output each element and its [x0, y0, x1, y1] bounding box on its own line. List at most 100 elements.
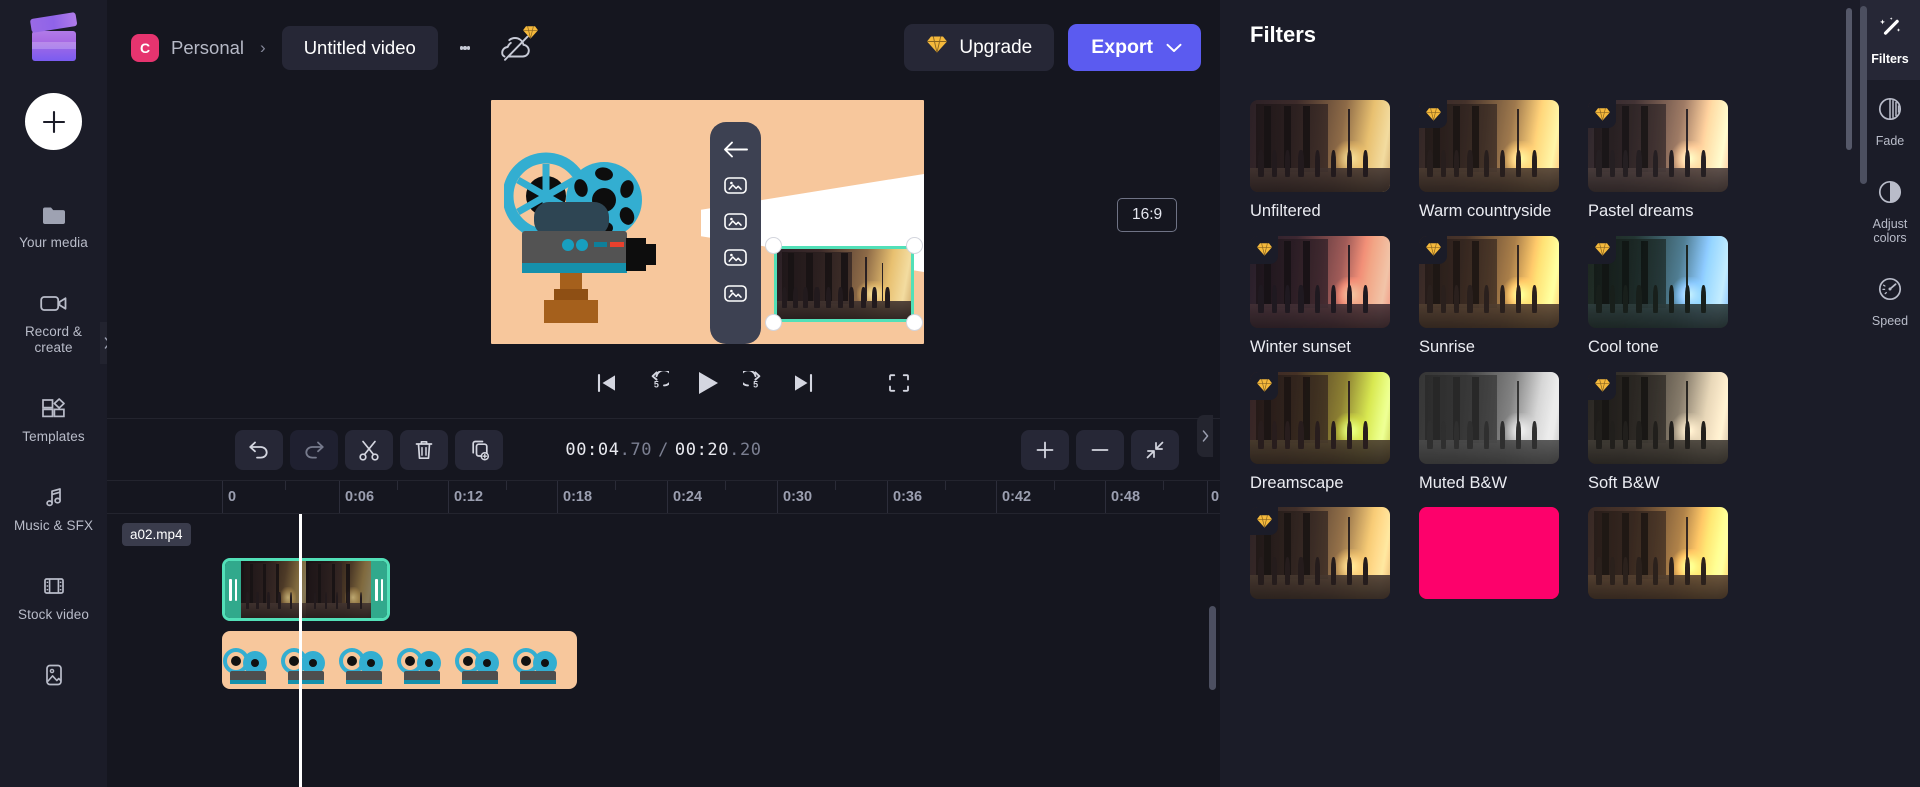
- aspect-ratio-badge[interactable]: 16:9: [1117, 198, 1178, 232]
- sidebar-item-record-create[interactable]: Record & create: [0, 277, 107, 369]
- filter-label: Winter sunset: [1250, 337, 1351, 356]
- sidebar-label: Record & create: [24, 323, 83, 355]
- fit-to-screen-button[interactable]: [1131, 430, 1179, 470]
- folder-icon: [41, 201, 67, 228]
- timeline-clip-video[interactable]: [222, 558, 390, 621]
- filter-thumbnail: [1419, 371, 1559, 464]
- skip-to-end-button[interactable]: [791, 372, 815, 399]
- filter-thumbnail: [1419, 100, 1559, 192]
- ruler-label: 0:12: [454, 489, 484, 505]
- premium-gem-icon: [926, 35, 948, 60]
- image-tool-1-icon[interactable]: [721, 173, 751, 197]
- resize-handle-top-left[interactable]: [765, 237, 782, 254]
- current-time: 00:04: [565, 440, 620, 460]
- clip-thumb: [241, 561, 306, 618]
- panel-title: Filters: [1250, 22, 1317, 47]
- ruler-label: 0:18: [563, 489, 593, 505]
- premium-gem-icon: [522, 25, 539, 45]
- clipchamp-editor: Your media Record & create Templates Mus…: [0, 0, 1920, 787]
- filter-label: Pastel dreams: [1588, 202, 1694, 220]
- grip-icon: [229, 578, 237, 601]
- clip-trim-handle-right[interactable]: [371, 561, 387, 618]
- clip-thumb: [396, 631, 454, 689]
- filter-card[interactable]: Dreamscape: [1250, 371, 1390, 494]
- filter-card[interactable]: Cool tone: [1588, 235, 1728, 358]
- image-tool-4-icon[interactable]: [721, 281, 751, 305]
- right-panel-expand-handle[interactable]: [1197, 415, 1213, 457]
- film-strip-icon: [41, 573, 67, 600]
- video-canvas[interactable]: [491, 100, 924, 344]
- image-tool-2-icon[interactable]: [721, 209, 751, 233]
- filter-card[interactable]: Pastel dreams: [1588, 100, 1728, 222]
- timecode-separator: /: [658, 440, 669, 460]
- image-tool-3-icon[interactable]: [721, 245, 751, 269]
- sidebar-item-your-media[interactable]: Your media: [0, 188, 107, 264]
- sidebar-item-music-sfx[interactable]: Music & SFX: [0, 471, 107, 547]
- fullscreen-button[interactable]: [888, 373, 910, 398]
- export-button[interactable]: Export: [1068, 24, 1201, 71]
- playback-controls: 5 5: [491, 366, 924, 410]
- svg-text:5: 5: [654, 380, 659, 390]
- total-time: 00:20: [674, 440, 730, 460]
- timeline-clip-overlay[interactable]: [222, 631, 577, 689]
- timeline-tracks: a02.mp4: [107, 514, 1220, 787]
- add-media-button[interactable]: [25, 93, 82, 150]
- right-toolbar-scrollbar[interactable]: [1860, 6, 1867, 184]
- filter-card[interactable]: [1588, 507, 1728, 608]
- premium-gem-icon: [1250, 235, 1278, 264]
- clip-trim-handle-left[interactable]: [225, 561, 241, 618]
- filters-grid: Unfiltered Warm countryside Pastel dream…: [1250, 100, 1830, 608]
- projector-illustration: [504, 152, 656, 323]
- filter-card[interactable]: [1250, 507, 1390, 608]
- kebab-menu-icon[interactable]: [452, 34, 478, 62]
- filter-card[interactable]: Soft B&W: [1588, 371, 1728, 494]
- ruler-label: 0:48: [1111, 489, 1141, 505]
- sidebar-item-graphics[interactable]: [0, 649, 107, 702]
- sidebar-item-stock-video[interactable]: Stock video: [0, 560, 107, 636]
- zoom-in-button[interactable]: [1021, 430, 1069, 470]
- header-actions: Upgrade Export: [904, 24, 1201, 71]
- workspace-name[interactable]: Personal: [171, 37, 244, 59]
- upgrade-button[interactable]: Upgrade: [904, 24, 1055, 71]
- export-label: Export: [1091, 36, 1153, 58]
- filter-thumbnail: [1588, 371, 1728, 464]
- filters-scrollbar[interactable]: [1846, 8, 1852, 150]
- timeline-ruler[interactable]: 0 0:06 0:12 0:18 0:24 0:30 0:36 0:42 0:4…: [107, 480, 1220, 514]
- filter-card[interactable]: Winter sunset: [1250, 235, 1390, 358]
- filter-card[interactable]: Unfiltered: [1250, 100, 1390, 222]
- tab-filters[interactable]: Filters: [1860, 0, 1920, 81]
- resize-handle-bottom-right[interactable]: [906, 314, 923, 331]
- sidebar-item-templates[interactable]: Templates: [0, 382, 107, 458]
- avatar[interactable]: C: [131, 34, 159, 62]
- timeline: 00:04.70/00:20.20 0 0:06 0:12 0:18 0:24 …: [107, 418, 1220, 787]
- filter-card[interactable]: [1419, 507, 1559, 608]
- timeline-vertical-scrollbar[interactable]: [1209, 606, 1216, 690]
- tab-speed[interactable]: Speed: [1860, 260, 1920, 342]
- cloud-off-icon[interactable]: [500, 26, 538, 63]
- tab-adjust-colors[interactable]: Adjust colors: [1860, 163, 1920, 260]
- rewind-5s-button[interactable]: 5: [644, 369, 673, 400]
- ruler-label: 0:30: [783, 489, 813, 505]
- filter-thumbnail: [1588, 100, 1728, 192]
- ruler-label: 0:24: [673, 489, 703, 505]
- project-title-input[interactable]: Untitled video: [281, 26, 438, 70]
- tab-fade[interactable]: Fade: [1860, 80, 1920, 162]
- right-toolbar: Filters Fade Adjust colors Speed: [1860, 0, 1920, 787]
- skip-to-start-button[interactable]: [595, 372, 619, 399]
- resize-handle-top-right[interactable]: [906, 237, 923, 254]
- forward-5s-button[interactable]: 5: [739, 369, 768, 400]
- sidebar-expand-handle[interactable]: [100, 322, 107, 364]
- current-ms: .70: [619, 440, 653, 460]
- filter-card[interactable]: Muted B&W: [1419, 371, 1559, 494]
- image-icon: [42, 662, 66, 689]
- filter-card[interactable]: Warm countryside: [1419, 100, 1559, 222]
- playhead[interactable]: [299, 514, 302, 787]
- back-arrow-icon[interactable]: [721, 137, 751, 161]
- clip-thumb: [280, 631, 338, 689]
- resize-handle-bottom-left[interactable]: [765, 314, 782, 331]
- zoom-out-button[interactable]: [1076, 430, 1124, 470]
- play-button[interactable]: [695, 369, 721, 402]
- selected-clip-overlay[interactable]: [765, 237, 923, 331]
- filter-card[interactable]: Sunrise: [1419, 235, 1559, 358]
- filter-label: Cool tone: [1588, 337, 1659, 356]
